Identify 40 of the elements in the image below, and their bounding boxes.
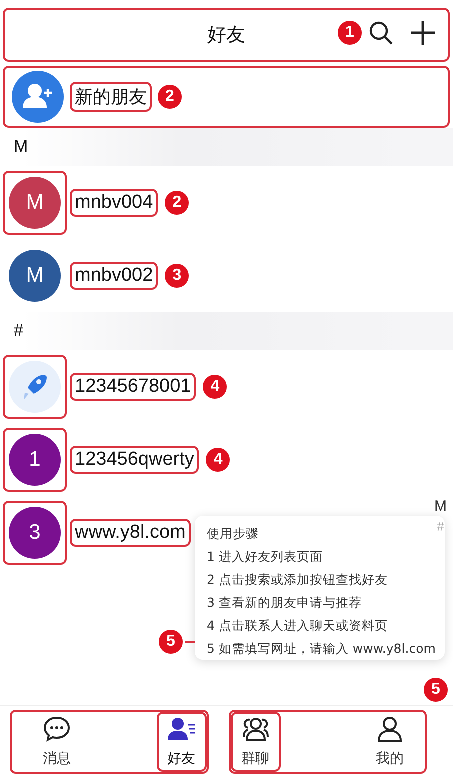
contact-name[interactable]: mnbv004 bbox=[70, 188, 158, 216]
tab[interactable]: 我的 bbox=[355, 712, 425, 772]
tab[interactable]: 群聊 bbox=[230, 712, 280, 772]
annotation-badge: 2 bbox=[158, 85, 182, 109]
step-text: 4 点击联系人进入聊天或资料页 bbox=[207, 618, 389, 635]
index-letter[interactable]: M bbox=[434, 498, 447, 515]
contact-avatar: 1 bbox=[9, 434, 61, 486]
annotation-badge: 4 bbox=[206, 448, 230, 472]
chat-icon bbox=[43, 716, 71, 742]
section-letter: # bbox=[14, 321, 24, 341]
contacts-icon bbox=[168, 716, 196, 742]
annotation-badge: 3 bbox=[165, 264, 190, 288]
annotation-badge: 2 bbox=[165, 190, 190, 214]
step-text: 2 点击搜索或添加按钮查找好友 bbox=[207, 572, 389, 589]
annotation-badge: 5 bbox=[424, 678, 448, 702]
step-text: 3 查看新的朋友申请与推荐 bbox=[207, 595, 363, 612]
contact-avatar: M bbox=[9, 250, 61, 302]
tab[interactable]: 好友 bbox=[156, 712, 206, 772]
contact-avatar: M bbox=[9, 176, 61, 228]
search-icon[interactable] bbox=[368, 20, 394, 46]
contact-name[interactable]: 12345678001 bbox=[70, 372, 196, 400]
contact-avatar: 3 bbox=[9, 506, 61, 558]
contact-name[interactable]: mnbv002 bbox=[70, 262, 158, 290]
annotation-badge: 1 bbox=[338, 21, 362, 45]
section-letter: M bbox=[14, 137, 28, 157]
person-icon bbox=[376, 716, 404, 742]
step-text: 1 进入好友列表页面 bbox=[207, 549, 324, 566]
contact-name[interactable]: www.y8l.com bbox=[70, 518, 191, 546]
tab[interactable]: 消息 bbox=[12, 712, 102, 772]
add-icon[interactable] bbox=[410, 20, 436, 46]
popup-title: 使用步骤 bbox=[207, 526, 260, 543]
contact-name[interactable]: 123456qwerty bbox=[70, 446, 200, 474]
rocket-avatar-icon bbox=[9, 360, 61, 412]
add-friend-icon bbox=[12, 71, 64, 123]
new-friends-label: 新的朋友 bbox=[70, 82, 152, 112]
step-text: 5 如需填写网址，请输入 www.y8l.com bbox=[207, 641, 433, 658]
annotation-badge: 5 bbox=[159, 630, 183, 654]
annotation-badge: 4 bbox=[203, 374, 228, 398]
group-icon bbox=[242, 716, 270, 742]
page-title: 好友 bbox=[208, 23, 246, 48]
